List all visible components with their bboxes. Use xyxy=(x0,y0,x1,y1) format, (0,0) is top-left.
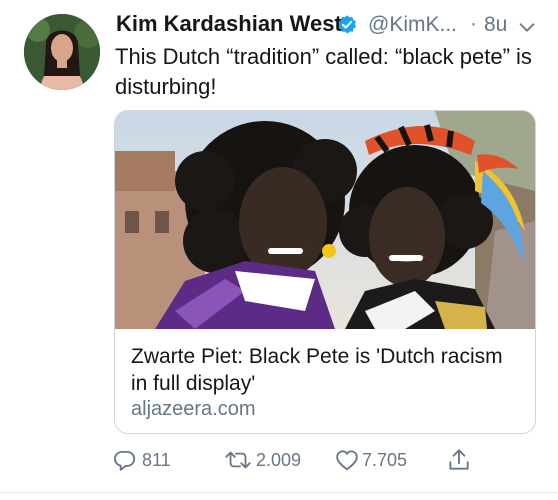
tweet-timestamp[interactable]: 8u xyxy=(484,13,507,37)
avatar[interactable] xyxy=(24,14,100,90)
author-name[interactable]: Kim Kardashian West xyxy=(116,11,342,37)
tweet-header: Kim Kardashian West @KimK... · 8u xyxy=(116,10,548,42)
reply-count: 811 xyxy=(142,450,171,470)
separator-dot: · xyxy=(470,12,477,35)
verified-badge-icon xyxy=(338,15,357,34)
card-image xyxy=(115,111,535,329)
chevron-down-icon[interactable] xyxy=(516,16,538,38)
tweet-text: This Dutch “tradition” called: “black pe… xyxy=(115,44,532,99)
share-icon xyxy=(449,449,469,470)
tweet-actions: 811 2.009 7.705 xyxy=(112,446,532,474)
share-button[interactable] xyxy=(446,446,476,474)
retweet-button[interactable]: 2.009 xyxy=(222,446,332,474)
like-icon xyxy=(336,450,358,471)
reply-button[interactable]: 811 xyxy=(112,446,222,474)
retweet-count: 2.009 xyxy=(256,450,302,470)
retweet-icon xyxy=(225,451,251,469)
card-title[interactable]: Zwarte Piet: Black Pete is 'Dutch racism… xyxy=(131,343,521,397)
author-handle[interactable]: @KimK... xyxy=(368,13,457,37)
reply-icon xyxy=(114,450,136,471)
like-count: 7.705 xyxy=(362,450,408,470)
tweet-divider xyxy=(0,492,558,493)
avatar-photo xyxy=(24,14,100,90)
card-domain[interactable]: aljazeera.com xyxy=(131,398,256,421)
link-card[interactable]: Zwarte Piet: Black Pete is 'Dutch racism… xyxy=(114,110,536,434)
like-button[interactable]: 7.705 xyxy=(334,446,444,474)
